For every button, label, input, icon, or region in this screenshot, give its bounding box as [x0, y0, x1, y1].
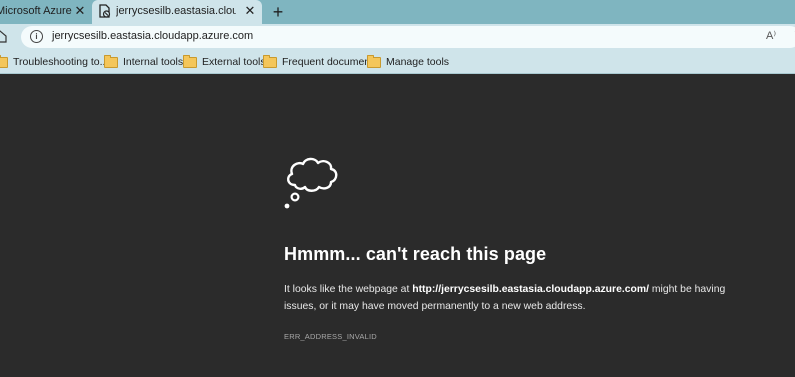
tab-strip: Microsoft Azure ✕ jerrycsesilb.eastasia.…: [0, 0, 795, 24]
page-error-icon: [99, 4, 111, 18]
new-tab-button[interactable]: +: [268, 2, 288, 22]
folder-icon: [104, 54, 118, 68]
folder-icon: [0, 54, 8, 68]
address-bar[interactable]: i jerrycsesilb.eastasia.cloudapp.azure.c…: [21, 26, 795, 48]
tab-title: Microsoft Azure: [0, 5, 72, 17]
error-description: It looks like the webpage at http://jerr…: [284, 281, 729, 315]
error-desc-url: http://jerrycsesilb.eastasia.cloudapp.az…: [412, 284, 649, 295]
error-title: Hmmm... can't reach this page: [284, 244, 547, 264]
favorites-bar: Troubleshooting to... Internal tools Ext…: [0, 50, 795, 74]
tab-microsoft-azure[interactable]: Microsoft Azure ✕: [0, 0, 90, 24]
info-icon[interactable]: i: [30, 30, 43, 43]
toolbar: i jerrycsesilb.eastasia.cloudapp.azure.c…: [0, 24, 795, 50]
tab-title: jerrycsesilb.eastasia.cloudapp.azure.com: [116, 5, 236, 17]
folder-icon: [367, 54, 381, 68]
read-aloud-icon[interactable]: A⁾: [766, 29, 776, 42]
favorite-manage-tools[interactable]: Manage tools: [367, 54, 449, 70]
error-desc-prefix: It looks like the webpage at: [284, 284, 413, 295]
url-text[interactable]: jerrycsesilb.eastasia.cloudapp.azure.com: [52, 30, 253, 42]
home-icon[interactable]: [0, 30, 8, 44]
close-icon[interactable]: ✕: [72, 3, 88, 19]
favorite-label: Internal tools: [123, 56, 184, 68]
favorite-external-tools[interactable]: External tools: [183, 54, 266, 70]
favorite-internal-tools[interactable]: Internal tools: [104, 54, 183, 70]
close-icon[interactable]: ✕: [242, 3, 258, 19]
folder-icon: [183, 54, 197, 68]
error-page: Hmmm... can't reach this page It looks l…: [0, 74, 795, 377]
error-code: ERR_ADDRESS_INVALID: [284, 332, 377, 341]
favorite-label: Manage tools: [386, 56, 450, 68]
favorite-label: External tools: [202, 56, 266, 68]
favorite-label: Troubleshooting to...: [13, 56, 109, 68]
favorite-frequent-document[interactable]: Frequent document: [263, 54, 373, 70]
thought-cloud-icon: [284, 157, 338, 209]
tab-active-site[interactable]: jerrycsesilb.eastasia.cloudapp.azure.com…: [92, 0, 262, 24]
folder-icon: [263, 54, 277, 68]
favorite-troubleshooting[interactable]: Troubleshooting to...: [0, 54, 108, 70]
favorite-label: Frequent document: [282, 56, 374, 68]
